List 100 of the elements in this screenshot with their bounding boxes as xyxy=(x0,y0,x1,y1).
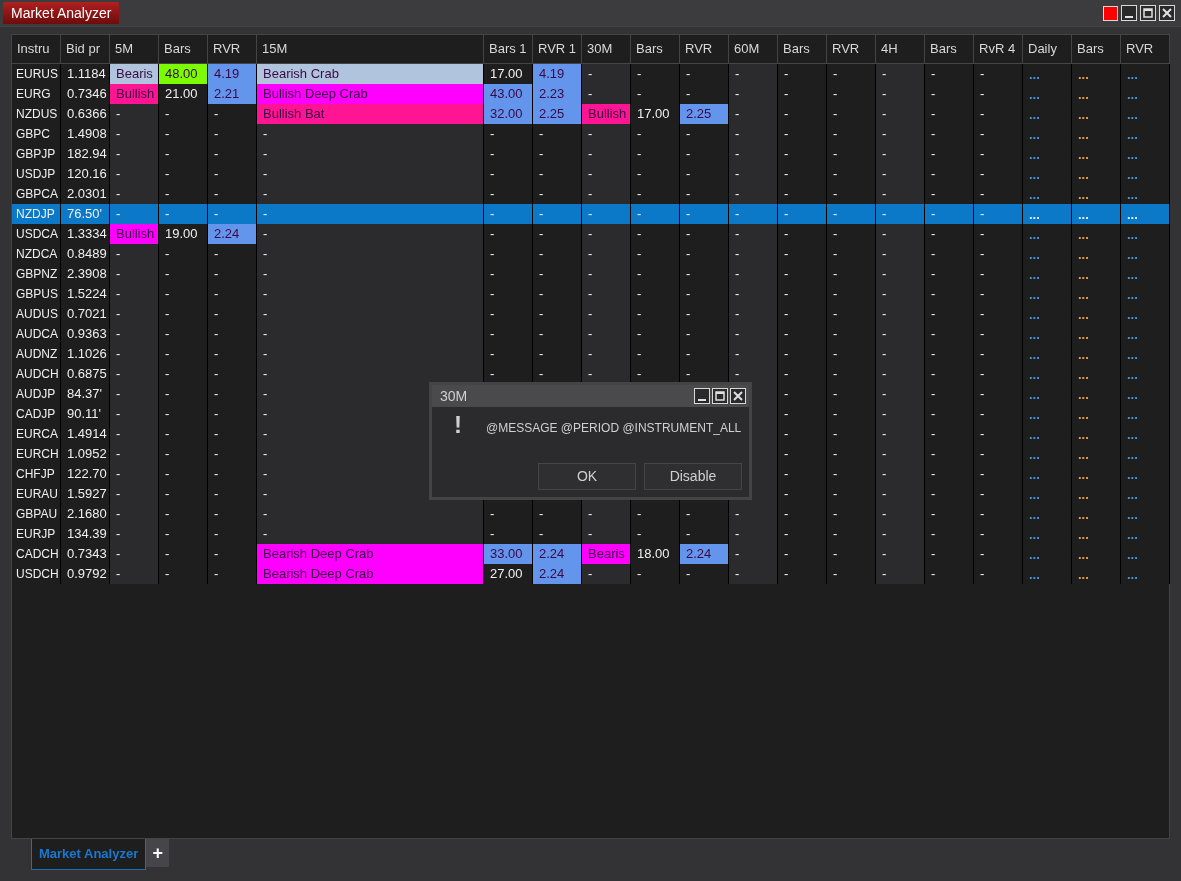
table-cell: ... xyxy=(1029,287,1040,301)
table-cell: - xyxy=(876,544,925,564)
record-icon[interactable] xyxy=(1103,5,1118,21)
column-header[interactable]: Bid pr xyxy=(61,35,110,63)
minimize-button[interactable] xyxy=(694,388,710,404)
column-header[interactable]: Instru xyxy=(12,35,61,63)
table-cell: - xyxy=(110,144,159,164)
table-cell: - xyxy=(729,284,778,304)
minimize-button[interactable] xyxy=(1121,5,1137,21)
table-cell: Bearis xyxy=(110,64,159,84)
table-cell: ... xyxy=(1029,507,1040,521)
table-cell: - xyxy=(729,544,778,564)
column-header[interactable]: RVR 1 xyxy=(533,35,582,63)
column-header[interactable]: 15M xyxy=(257,35,484,63)
table-cell: ... xyxy=(1029,427,1040,441)
column-header[interactable]: RVR xyxy=(827,35,876,63)
table-cell: ... xyxy=(1029,267,1040,281)
table-cell: ... xyxy=(1029,527,1040,541)
table-cell: ... xyxy=(1078,247,1089,261)
table-cell: ... xyxy=(1029,447,1040,461)
table-cell: Bearish Deep Crab xyxy=(257,564,484,584)
table-cell: ... xyxy=(1127,307,1138,321)
table-cell: ... xyxy=(1078,87,1089,101)
table-cell: - xyxy=(257,364,484,384)
table-cell: ... xyxy=(1127,407,1138,421)
table-cell: 2.21 xyxy=(208,84,257,104)
table-cell: - xyxy=(729,344,778,364)
column-header[interactable]: RVR xyxy=(1121,35,1170,63)
table-cell: ... xyxy=(1029,387,1040,401)
table-cell: - xyxy=(876,224,925,244)
table-cell: - xyxy=(876,424,925,444)
dialog-button[interactable]: Disable xyxy=(644,463,742,490)
column-header[interactable]: RvR 4 xyxy=(974,35,1023,63)
table-cell: ... xyxy=(1029,467,1040,481)
column-header[interactable]: RVR xyxy=(680,35,729,63)
table-cell: - xyxy=(582,284,631,304)
column-header[interactable]: RVR xyxy=(208,35,257,63)
table-cell: ... xyxy=(1078,387,1089,401)
column-header[interactable]: Bars xyxy=(925,35,974,63)
table-cell: Bullish Bat xyxy=(257,104,484,124)
table-cell: - xyxy=(876,464,925,484)
table-cell: - xyxy=(582,364,631,384)
table-cell: 48.00 xyxy=(159,64,208,84)
table-row[interactable]: NZDJP 76.50' - - - - - - - - - - - - - - - ... ... ... xyxy=(12,204,1169,224)
table-cell: ... xyxy=(1029,227,1040,241)
table-cell: ... xyxy=(1078,487,1089,501)
table-cell: ... xyxy=(1127,107,1138,121)
column-header[interactable]: 60M xyxy=(729,35,778,63)
column-header[interactable]: 5M xyxy=(110,35,159,63)
table-cell: 33.00 xyxy=(484,544,533,564)
table-cell: ... xyxy=(1029,347,1040,361)
table-cell: - xyxy=(729,104,778,124)
table-cell: ... xyxy=(1029,147,1040,161)
close-button[interactable] xyxy=(730,388,746,404)
table-cell: ... xyxy=(1127,127,1138,141)
column-header[interactable]: Bars xyxy=(778,35,827,63)
table-cell: - xyxy=(110,104,159,124)
table-cell: ... xyxy=(1127,167,1138,181)
table-cell: - xyxy=(876,484,925,504)
add-tab-button[interactable]: + xyxy=(146,839,170,867)
table-cell: ... xyxy=(1127,287,1138,301)
table-cell: ... xyxy=(1127,387,1138,401)
table-cell: - xyxy=(729,64,778,84)
table-cell: ... xyxy=(1029,407,1040,421)
table-cell: Bullish xyxy=(110,84,159,104)
column-header[interactable]: Bars xyxy=(631,35,680,63)
table-cell: - xyxy=(110,504,159,524)
table-cell: - xyxy=(729,224,778,244)
table-cell: ... xyxy=(1029,67,1040,81)
table-cell: ... xyxy=(1078,107,1089,121)
table-cell: - xyxy=(582,324,631,344)
table-cell: - xyxy=(110,424,159,444)
column-header[interactable]: Bars 1 xyxy=(484,35,533,63)
dialog-button[interactable]: OK xyxy=(538,463,636,490)
table-cell: - xyxy=(729,304,778,324)
bottom-tab[interactable]: Market Analyzer xyxy=(31,839,147,870)
table-cell: - xyxy=(876,444,925,464)
column-header[interactable]: Daily xyxy=(1023,35,1072,63)
table-cell: - xyxy=(876,364,925,384)
table-cell: - xyxy=(582,304,631,324)
table-cell: - xyxy=(729,184,778,204)
close-button[interactable] xyxy=(1159,5,1175,21)
table-cell: ... xyxy=(1127,347,1138,361)
table-cell: ... xyxy=(1127,227,1138,241)
table-cell: - xyxy=(729,164,778,184)
column-header[interactable]: Bars xyxy=(159,35,208,63)
table-cell: ... xyxy=(1127,527,1138,541)
table-cell: ... xyxy=(1078,327,1089,341)
table-cell: ... xyxy=(1029,187,1040,201)
table-cell: ... xyxy=(1127,67,1138,81)
maximize-button[interactable] xyxy=(712,388,728,404)
table-cell: ... xyxy=(1127,567,1138,581)
maximize-button[interactable] xyxy=(1140,5,1156,21)
table-cell: 4.19 xyxy=(533,64,582,84)
table-cell: ... xyxy=(1078,527,1089,541)
column-header[interactable]: 4H xyxy=(876,35,925,63)
table-cell: - xyxy=(582,184,631,204)
column-header[interactable]: 30M xyxy=(582,35,631,63)
table-cell: ... xyxy=(1029,567,1040,581)
column-header[interactable]: Bars xyxy=(1072,35,1121,63)
